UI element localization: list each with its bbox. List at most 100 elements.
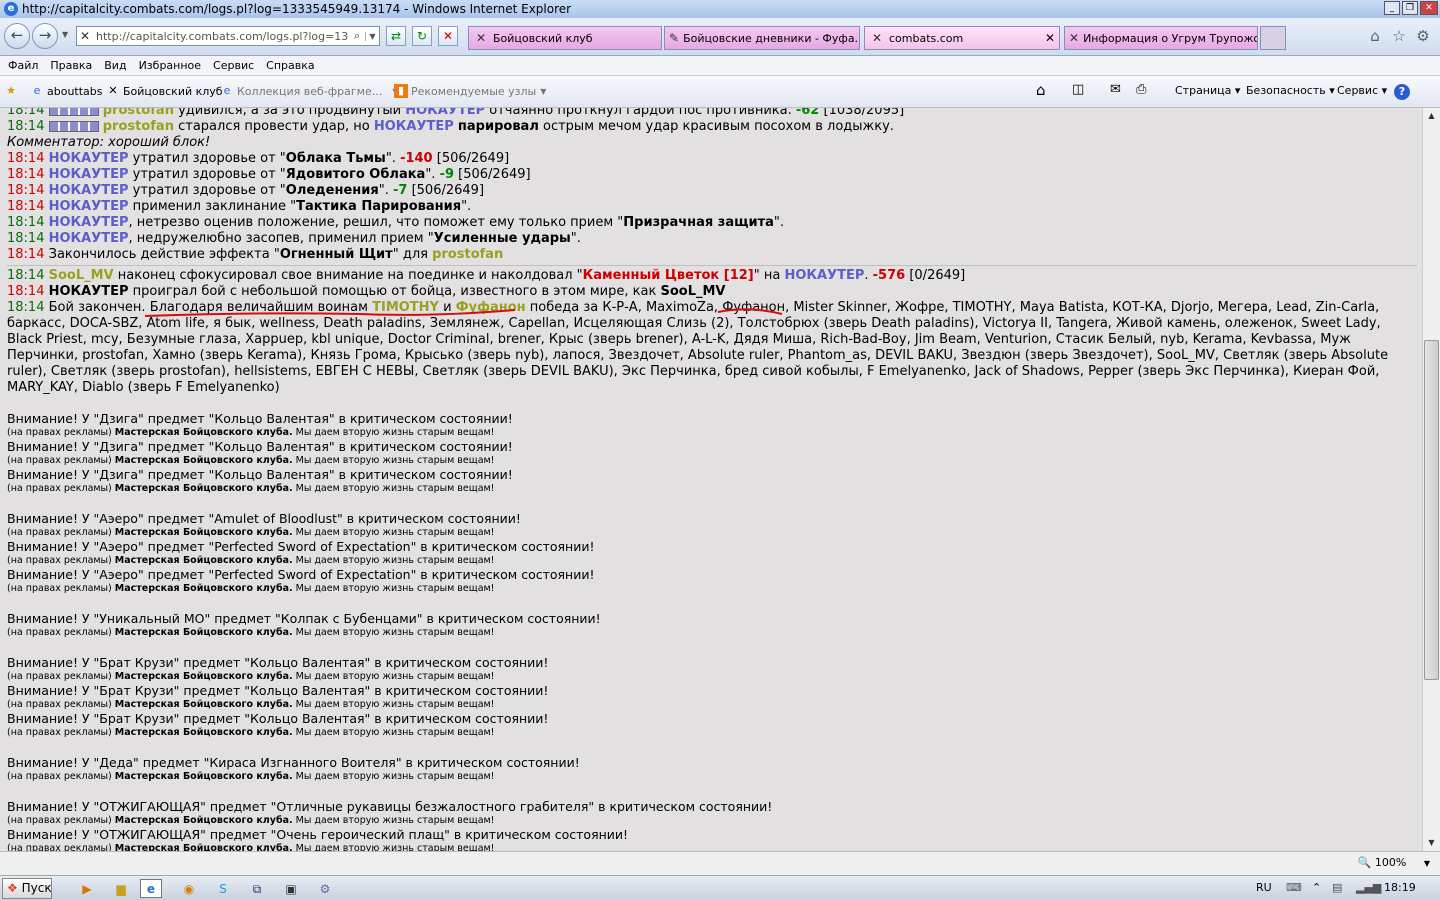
window-titlebar: e http://capitalcity.combats.com/logs.pl… (0, 0, 1440, 18)
player-link[interactable]: prostofan (432, 247, 503, 262)
favorites-star-icon[interactable]: ☆ (1390, 27, 1408, 45)
show-hidden-icons[interactable]: ⌃ (1312, 881, 1321, 894)
internet-explorer-icon[interactable]: e (140, 879, 162, 898)
mail-icon[interactable]: ✉ (1110, 82, 1121, 97)
rss-feed-icon[interactable]: ◫ (1072, 82, 1084, 97)
back-button[interactable]: ← (4, 23, 30, 49)
log-time: 18:14 (7, 119, 45, 134)
log-text: утратил здоровье от (132, 183, 276, 198)
player-link[interactable]: prostofan (103, 119, 174, 134)
device-icon[interactable]: ▤ (1332, 881, 1342, 894)
maximize-button[interactable]: ❐ (1402, 1, 1418, 15)
start-button[interactable]: ❖ Пуск (2, 878, 52, 899)
fav-bk-club[interactable]: ✕ Бойцовский клуб (106, 84, 222, 98)
player-link[interactable]: Фуфанон (456, 300, 526, 315)
player-link[interactable]: НОКАУТЕР (49, 167, 129, 182)
explorer-folder-icon[interactable]: ▆ (110, 879, 132, 898)
player-link[interactable]: НОКАУТЕР (374, 119, 454, 134)
player-link[interactable]: SooL_MV (49, 268, 114, 283)
home-icon[interactable]: ⌂ (1366, 27, 1384, 45)
language-indicator[interactable]: RU (1256, 881, 1272, 894)
player-link[interactable]: НОКАУТЕР (49, 183, 129, 198)
help-icon[interactable]: ? (1394, 84, 1410, 100)
menu-tools[interactable]: Сервис (207, 59, 260, 72)
player-link[interactable]: prostofan (103, 108, 174, 118)
stop-button[interactable]: ✕ (438, 26, 458, 46)
settings-app-icon[interactable]: ⚙ (314, 879, 336, 898)
log-line: 18:14 SooL_MV наконец сфокусировал свое … (7, 268, 966, 283)
address-dropdown-icon[interactable]: ▼ (365, 31, 379, 41)
app-icon[interactable]: ◉ (178, 879, 200, 898)
fav-suggested-sites[interactable]: ▮ Рекомендуемые узлы ▼ (394, 84, 546, 98)
compat-view-button[interactable]: ⇄ (386, 26, 406, 46)
refresh-button[interactable]: ↻ (412, 26, 432, 46)
scroll-thumb[interactable] (1424, 340, 1439, 680)
url-text[interactable]: http://capitalcity.combats.com/logs.pl?l… (93, 30, 349, 43)
tab-combats[interactable]: ✕ combats.com ✕ (864, 26, 1060, 50)
log-hp: [1038/2095] (823, 108, 905, 118)
media-player-icon[interactable]: ▶ (76, 879, 98, 898)
menu-edit[interactable]: Правка (44, 59, 98, 72)
tab-bk-club[interactable]: ✕ Бойцовский клуб (468, 26, 662, 50)
log-text: Бой закончен. Благодаря величайшим воина… (48, 300, 368, 315)
warning-line: Внимание! У "Аэеро" предмет "Amulet of B… (7, 511, 521, 526)
address-bar[interactable]: ✕ http://capitalcity.combats.com/logs.pl… (76, 26, 380, 46)
tab-info[interactable]: ✕ Информация о Угрум Трупожор (1064, 26, 1258, 50)
safety-menu[interactable]: Безопасность ▾ (1246, 84, 1335, 97)
scroll-down-icon[interactable]: ▼ (1423, 835, 1440, 851)
tab-diaries[interactable]: ✎ Бойцовские дневники - Фуфа... (664, 26, 860, 50)
log-time: 18:14 (7, 183, 45, 198)
tools-menu[interactable]: Сервис ▾ (1337, 84, 1387, 97)
log-hp: [506/2649] (458, 167, 531, 182)
player-link[interactable]: НОКАУТЕР (49, 215, 129, 230)
status-pills-icon (48, 108, 99, 116)
close-window-button[interactable]: ✕ (1420, 1, 1438, 15)
log-text: острым мечом удар красивым посохом в лод… (543, 119, 894, 134)
tools-menu-label: Сервис (1337, 84, 1379, 97)
suggested-sites-icon: ▮ (394, 84, 408, 98)
network-icon[interactable]: ⧉ (246, 879, 268, 898)
menu-file[interactable]: Файл (2, 59, 44, 72)
page-menu[interactable]: Страница ▾ (1175, 84, 1240, 97)
player-link[interactable]: НОКАУТЕР (784, 268, 864, 283)
ad-line: (на правах рекламы) Мастерская Бойцовско… (7, 627, 495, 638)
log-value: -9 (439, 167, 455, 182)
close-tab-icon[interactable]: ✕ (1045, 31, 1055, 45)
favorites-button[interactable]: ★ (4, 84, 21, 98)
history-dropdown-icon[interactable]: ▼ (62, 30, 68, 39)
ad-line: (на правах рекламы) Мастерская Бойцовско… (7, 483, 495, 494)
log-time: 18:14 (7, 167, 45, 182)
log-time: 18:14 (7, 268, 45, 283)
menu-view[interactable]: Вид (98, 59, 132, 72)
player-link[interactable]: TIMOTHY (372, 300, 439, 315)
player-link[interactable]: НОКАУТЕР (49, 199, 129, 214)
new-tab-button[interactable] (1260, 26, 1286, 50)
print-icon[interactable]: ⎙ (1136, 82, 1146, 97)
zoom-control[interactable]: 🔍 100% ▼ (1358, 856, 1430, 869)
ie-page-icon: e (223, 84, 231, 97)
player-link[interactable]: НОКАУТЕР (49, 151, 129, 166)
log-hp: [0/2649] (909, 268, 966, 283)
fav-webslice-gallery[interactable]: e Коллекция веб-фрагме... ▼ (220, 84, 399, 98)
minimize-button[interactable]: _ (1384, 1, 1400, 15)
log-line: 18:14 НОКАУТЕР утратил здоровье от "Ядов… (7, 167, 531, 182)
forward-button[interactable]: → (32, 23, 58, 49)
terminal-icon[interactable]: ▣ (280, 879, 302, 898)
signal-icon[interactable]: ▂▄▆ (1356, 881, 1381, 894)
divider (7, 265, 1417, 266)
clock[interactable]: 18:19 (1384, 881, 1416, 894)
player-link[interactable]: НОКАУТЕР (405, 108, 485, 118)
skype-icon[interactable]: S (212, 879, 234, 898)
scroll-up-icon[interactable]: ▲ (1423, 108, 1440, 124)
gear-icon[interactable]: ⚙ (1414, 27, 1432, 45)
player-link[interactable]: НОКАУТЕР (49, 231, 129, 246)
home-icon[interactable]: ⌂ (1036, 81, 1046, 99)
menu-help[interactable]: Справка (260, 59, 320, 72)
search-icon[interactable]: ⌕ (349, 29, 365, 43)
fav-abouttabs[interactable]: e abouttabs (30, 84, 103, 98)
keyboard-icon[interactable]: ⌨ (1286, 881, 1302, 894)
log-line: 18:14 Закончилось действие эффекта "Огне… (7, 247, 504, 262)
vertical-scrollbar[interactable]: ▲ ▼ (1422, 108, 1440, 851)
menu-favorites[interactable]: Избранное (133, 59, 207, 72)
log-text: парировал (457, 119, 539, 134)
